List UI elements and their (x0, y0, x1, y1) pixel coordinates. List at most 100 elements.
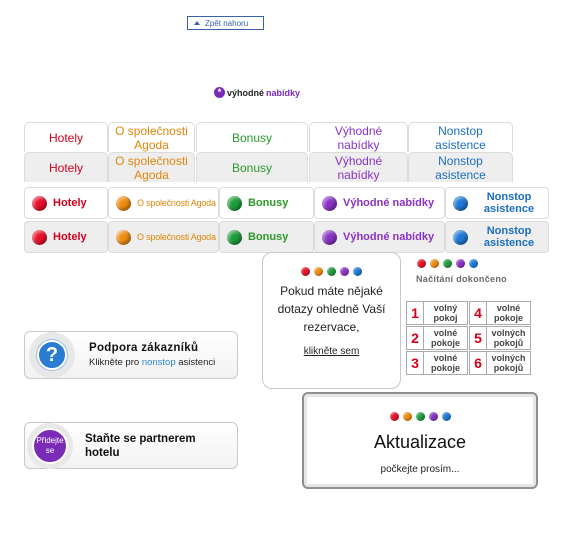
tab-label: Nonstop asistence (483, 225, 535, 249)
tab-deals[interactable]: Výhodné nabídky (309, 122, 408, 152)
tab-label: Výhodné nabídky (343, 197, 435, 209)
loading-dots (263, 267, 400, 276)
orange-dot-icon (402, 412, 412, 421)
tab-label: Nonstop asistence (435, 123, 486, 152)
tab-hotels[interactable]: Hotely (24, 122, 108, 152)
room-cell: 1 volný pokoj (406, 301, 468, 325)
customer-support-box[interactable]: ? Podpora zákazníků Klikněte pro nonstop… (24, 331, 238, 379)
bulb-tab-hotels[interactable]: Hotely (24, 187, 108, 219)
bulb-tab-about-agoda[interactable]: O společnosti Agoda (108, 187, 219, 219)
partner-icon-wrap: Přidejte se (27, 422, 73, 469)
room-label: volné pokoje (430, 328, 460, 348)
loading-dots (417, 259, 507, 268)
deals-logo-part2: nabídky (266, 87, 301, 98)
tab-label: O společnosti Agoda (137, 232, 216, 242)
room-count: 1 (407, 302, 424, 324)
blue-dot-icon (353, 267, 362, 276)
join-us-icon: Přidejte se (32, 427, 68, 464)
room-cell: 6 volných pokojů (469, 351, 531, 375)
tab-label: Hotely (53, 231, 87, 243)
room-cell: 5 volných pokojů (469, 326, 531, 350)
tab-nonstop-assistance[interactable]: Nonstop asistence (408, 122, 513, 152)
rooms-availability-grid: 1 volný pokoj 4 volné pokoje 2 volné pokoje… (406, 301, 531, 375)
tab-label: Nonstop asistence (483, 191, 535, 215)
green-dot-icon (327, 267, 336, 276)
tab-label: Bonusy (231, 130, 273, 145)
bulb-tab-bonuses-active[interactable]: Bonusy (219, 221, 314, 253)
bulb-tab-nonstop-assistance-active[interactable]: Nonstop asistence (445, 221, 549, 253)
room-count: 2 (407, 327, 424, 349)
tab-label: Bonusy (248, 231, 289, 243)
red-dot-icon (417, 259, 426, 268)
deals-logo: * výhodné nabídky (214, 87, 300, 98)
room-label: volných pokojů (491, 353, 526, 373)
tab-bonuses[interactable]: Bonusy (196, 122, 308, 152)
support-icon-wrap: ? (29, 332, 75, 378)
tab-label: Výhodné nabídky (334, 123, 383, 152)
blue-dot-icon (441, 412, 451, 421)
star-icon: * (214, 87, 225, 98)
red-bulb-icon (32, 229, 47, 245)
updating-title: Aktualizace (373, 432, 467, 452)
tab-hotels-active[interactable]: Hotely (24, 152, 108, 182)
room-label: volných pokojů (491, 328, 526, 348)
support-text-before: Klikněte pro (89, 357, 140, 368)
tab-nonstop-assistance-active[interactable]: Nonstop asistence (408, 152, 513, 182)
orange-dot-icon (430, 259, 439, 268)
tab-deals-active[interactable]: Výhodné nabídky (309, 152, 408, 182)
purple-dot-icon (340, 267, 349, 276)
tab-label: Výhodné nabídky (334, 153, 383, 182)
green-dot-icon (415, 412, 425, 421)
room-cell: 4 volné pokoje (469, 301, 531, 325)
bulb-tab-nonstop-assistance[interactable]: Nonstop asistence (445, 187, 549, 219)
loading-complete: Načítání dokončeno (416, 259, 507, 284)
room-cell: 2 volné pokoje (406, 326, 468, 350)
loading-dots (304, 412, 536, 421)
question-mark-icon: ? (37, 340, 67, 370)
hotel-partner-box[interactable]: Přidejte se Staňte se partnerem hotelu (24, 422, 238, 469)
bulb-tab-about-agoda-active[interactable]: O společnosti Agoda (108, 221, 219, 253)
arrow-up-icon (194, 21, 200, 25)
bulb-tab-deals-active[interactable]: Výhodné nabídky (314, 221, 445, 253)
green-bulb-icon (227, 229, 242, 245)
tab-about-agoda[interactable]: O společnosti Agoda (108, 122, 195, 152)
deals-logo-part1: výhodné (227, 87, 265, 98)
red-dot-icon (389, 412, 399, 421)
room-label: volný pokoj (433, 303, 458, 323)
updating-subtitle: počkejte prosím... (380, 464, 460, 475)
tab-label: Hotely (53, 197, 87, 209)
purple-dot-icon (456, 259, 465, 268)
room-cell: 3 volné pokoje (406, 351, 468, 375)
tab-label: O společnosti Agoda (137, 198, 216, 208)
questions-message: Pokud máte nějaké dotazy ohledně Vaší re… (277, 284, 386, 334)
bulb-tab-hotels-active[interactable]: Hotely (24, 221, 108, 253)
click-here-link[interactable]: klikněte sem (263, 346, 400, 357)
tab-label: Bonusy (248, 197, 289, 209)
loading-complete-label: Načítání dokončeno (416, 274, 507, 284)
room-count: 3 (407, 352, 424, 374)
green-dot-icon (443, 259, 452, 268)
blue-dot-icon (469, 259, 478, 268)
tab-about-agoda-active[interactable]: O společnosti Agoda (108, 152, 195, 182)
questions-popup: Pokud máte nějaké dotazy ohledně Vaší re… (262, 252, 401, 389)
room-count: 4 (470, 302, 487, 324)
updating-dialog: Aktualizace počkejte prosím... (302, 392, 538, 489)
partner-title: Staňte se partnerem hotelu (85, 432, 196, 459)
purple-bulb-icon (322, 229, 337, 245)
room-label: volné pokoje (430, 353, 460, 373)
support-text-after: asistenci (178, 357, 216, 368)
tab-label: Bonusy (231, 160, 273, 175)
purple-dot-icon (428, 412, 438, 421)
tab-label: O společnosti Agoda (115, 123, 188, 152)
room-label: volné pokoje (493, 303, 523, 323)
back-to-top-button[interactable]: Zpět nahoru (187, 16, 264, 30)
room-count: 6 (470, 352, 487, 374)
back-to-top-label: Zpět nahoru (205, 18, 249, 28)
bulb-tab-deals[interactable]: Výhodné nabídky (314, 187, 445, 219)
bulb-tab-bonuses[interactable]: Bonusy (219, 187, 314, 219)
support-title: Podpora zákazníků (89, 342, 199, 354)
red-dot-icon (301, 267, 310, 276)
blue-bulb-icon (453, 195, 468, 211)
room-count: 5 (470, 327, 487, 349)
tab-bonuses-active[interactable]: Bonusy (196, 152, 308, 182)
